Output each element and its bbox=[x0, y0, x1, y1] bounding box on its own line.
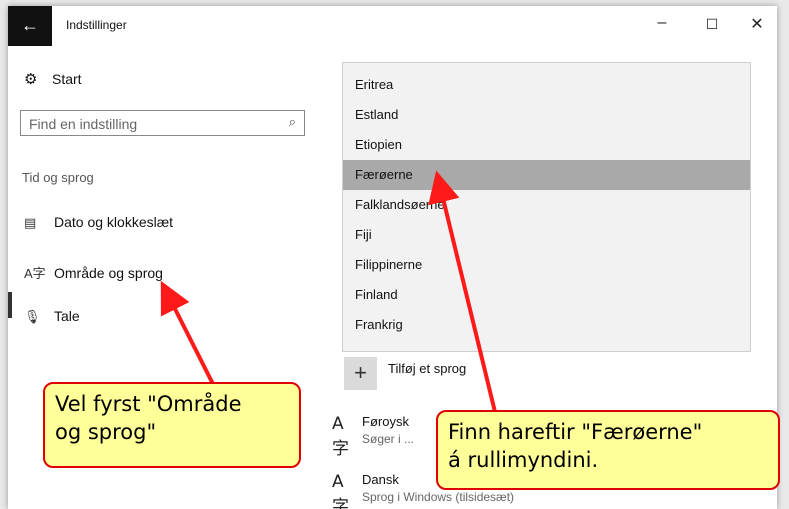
language-status: Sprog i Windows (tilsidesæt) bbox=[362, 490, 515, 504]
list-item[interactable]: Fiji bbox=[343, 220, 750, 250]
nav-home[interactable]: ⚙ Start bbox=[24, 70, 82, 88]
search-icon: ⌕ bbox=[288, 114, 296, 129]
language-name: Føroysk bbox=[362, 414, 409, 429]
callout-text-line: og sprog" bbox=[55, 420, 157, 444]
sidebar-item-region-language[interactable]: A字 Område og sprog bbox=[24, 263, 163, 282]
sidebar-item-speech[interactable]: 🎙 Tale bbox=[24, 308, 80, 325]
add-language-label: Tilføj et sprog bbox=[388, 361, 467, 376]
language-icon: A字 bbox=[332, 414, 349, 459]
list-item[interactable]: Finland bbox=[343, 280, 750, 310]
app-title: Indstillinger bbox=[66, 18, 127, 32]
gear-icon: ⚙ bbox=[24, 71, 38, 88]
language-icon: A字 bbox=[24, 266, 46, 281]
country-dropdown-list[interactable]: Eritrea Estland Etiopien Færøerne Falkla… bbox=[342, 62, 751, 352]
section-title: Tid og sprog bbox=[22, 170, 94, 185]
instruction-callout-2: Finn hareftir "Færøerne" á rullimyndini. bbox=[436, 410, 780, 490]
callout-text-line: á rullimyndini. bbox=[448, 448, 599, 472]
list-item[interactable]: Estland bbox=[343, 100, 750, 130]
active-indicator bbox=[8, 292, 12, 318]
language-name: Dansk bbox=[362, 472, 399, 487]
language-icon: A字 bbox=[332, 472, 349, 509]
list-item-selected[interactable]: Færøerne bbox=[343, 160, 750, 190]
sidebar-item-label: Tale bbox=[54, 308, 80, 324]
calendar-clock-icon: ▤ bbox=[24, 215, 37, 230]
instruction-callout-1: Vel fyrst "Område og sprog" bbox=[43, 382, 301, 468]
close-button[interactable]: ✕ bbox=[745, 14, 769, 34]
minimize-button[interactable]: – bbox=[650, 14, 674, 32]
maximize-button[interactable]: ☐ bbox=[700, 16, 724, 33]
sidebar-item-label: Område og sprog bbox=[54, 265, 163, 281]
sidebar-item-label: Dato og klokkeslæt bbox=[54, 214, 174, 230]
callout-text-line: Vel fyrst "Område bbox=[55, 392, 242, 416]
microphone-icon: 🎙 bbox=[24, 309, 41, 324]
search-placeholder: Find en indstilling bbox=[29, 116, 138, 132]
list-item[interactable]: Frankrig bbox=[343, 310, 750, 340]
plus-icon: + bbox=[344, 357, 377, 390]
search-input[interactable]: Find en indstilling ⌕ bbox=[20, 110, 305, 136]
back-button[interactable]: ← bbox=[8, 6, 52, 46]
nav-home-label: Start bbox=[52, 71, 82, 87]
list-item[interactable]: Etiopien bbox=[343, 130, 750, 160]
language-status: Søger i ... bbox=[362, 432, 415, 446]
list-item[interactable]: Falklandsøerne bbox=[343, 190, 750, 220]
title-bar: ← Indstillinger – ☐ ✕ bbox=[8, 6, 777, 46]
list-item[interactable]: Filippinerne bbox=[343, 250, 750, 280]
list-item[interactable]: Eritrea bbox=[343, 70, 750, 100]
sidebar-item-date-time[interactable]: ▤ Dato og klokkeslæt bbox=[24, 214, 173, 231]
callout-text-line: Finn hareftir "Færøerne" bbox=[448, 420, 703, 444]
